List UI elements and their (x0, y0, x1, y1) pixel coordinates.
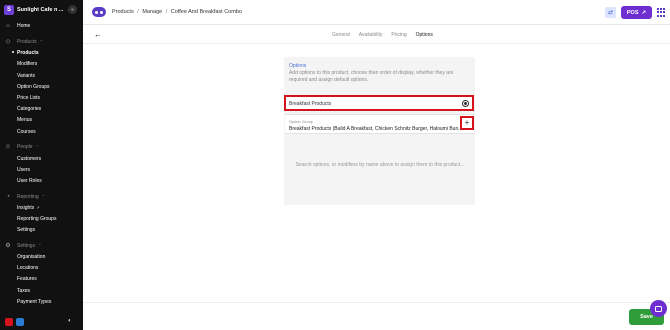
pos-label: POS (626, 9, 639, 16)
sidebar-item-insights[interactable]: Insights ↗ (17, 203, 40, 212)
sidebar-item-variants[interactable]: Variants (17, 71, 35, 80)
alert-icon[interactable] (5, 318, 13, 326)
external-link-icon: ↗ (36, 205, 40, 210)
sidebar-item-products[interactable]: Products (12, 48, 39, 57)
sidebar-item-label: Taxes (17, 287, 31, 294)
external-link-icon: ↗ (641, 9, 647, 16)
sidebar-section-settings[interactable]: ⚙ Settings ⌃ (4, 241, 41, 250)
sidebar-item-label: Modifiers (17, 60, 38, 67)
reporting-icon: ◔ (6, 193, 10, 200)
sidebar-section-reporting[interactable]: ◔ Reporting ⌃ (4, 192, 45, 201)
sidebar-section-label: Reporting (17, 193, 39, 200)
breadcrumb-separator: / (165, 9, 168, 15)
sidebar-item-label: Courses (17, 128, 36, 135)
tab-general[interactable]: General (332, 32, 350, 38)
sidebar-item-reporting-settings[interactable]: Settings (17, 225, 35, 234)
breadcrumb-manage[interactable]: Manage (142, 9, 162, 15)
sidebar-item-label: Users (17, 166, 31, 173)
toggle-icon[interactable]: ◐ (68, 318, 76, 326)
sidebar-item-taxes[interactable]: Taxes (17, 286, 30, 295)
divider (83, 43, 670, 44)
sidebar-item-menus[interactable]: Menus (17, 115, 32, 124)
sidebar-item-label: Customers (17, 155, 42, 162)
sidebar: S Sunlight Cafe n ... ⌄ « ⌂ Home ◇ Produ… (0, 0, 83, 330)
sidebar-item-label: Settings (17, 226, 36, 233)
store-switcher[interactable]: S Sunlight Cafe n ... ⌄ (4, 4, 71, 16)
sidebar-item-courses[interactable]: Courses (17, 127, 36, 136)
sidebar-item-label: Payment Types (17, 298, 52, 305)
sidebar-section-label: Products (17, 38, 37, 45)
sidebar-item-option-groups[interactable]: Option Groups (17, 82, 50, 91)
people-icon: ☺ (4, 143, 12, 150)
home-icon: ⌂ (6, 22, 10, 29)
sidebar-item-label: Variants (17, 72, 35, 79)
app-logo[interactable] (92, 7, 106, 17)
pos-button[interactable]: POS ↗ (621, 6, 652, 19)
sidebar-item-label: Menus (17, 116, 33, 123)
sidebar-section-label: Settings (17, 242, 36, 249)
search-value: Breakfast Products (289, 101, 332, 107)
chat-support-icon[interactable] (650, 300, 667, 317)
chevron-up-icon: ⌃ (35, 144, 39, 149)
sidebar-item-label: Features (17, 275, 37, 282)
breadcrumb-separator: / (137, 9, 139, 15)
breadcrumb-current: Coffee And Breakfast Combo (170, 9, 242, 15)
sidebar-item-features[interactable]: Features (17, 274, 37, 283)
store-name: Sunlight Cafe n ... (17, 7, 64, 13)
tab-options[interactable]: Options (416, 32, 433, 38)
back-arrow-icon[interactable]: ← (94, 30, 102, 39)
options-search-input[interactable]: Breakfast Products (284, 95, 474, 111)
sidebar-item-label: Products (17, 49, 39, 56)
chevron-up-icon: ⌃ (39, 39, 44, 44)
sidebar-item-modifiers[interactable]: Modifiers (17, 59, 37, 68)
shortcut-icon[interactable]: ⇄ (605, 7, 616, 18)
option-group-result[interactable]: Option Group Breakfast Products (Build A… (285, 114, 474, 134)
sidebar-item-label: Categories (17, 105, 42, 112)
options-title: Options (289, 63, 307, 69)
sidebar-item-payment-types[interactable]: Payment Types (17, 297, 51, 306)
top-header: Products / Manage / Coffee And Breakfast… (83, 0, 670, 25)
clear-search-icon[interactable] (462, 99, 469, 107)
sidebar-footer-icons (5, 318, 24, 326)
sidebar-item-label: User Roles (17, 177, 42, 184)
chevron-up-icon: ⌃ (38, 243, 42, 248)
breadcrumb: Products / Manage / Coffee And Breakfast… (112, 9, 242, 15)
sidebar-item-home[interactable]: ⌂ Home (4, 21, 30, 30)
sidebar-section-products[interactable]: ◇ Products ⌃ (4, 37, 43, 46)
option-group-label: Option Group (289, 119, 314, 124)
tab-pricing[interactable]: Pricing (391, 32, 406, 38)
sidebar-section-people[interactable]: ☺ People ⌃ (4, 142, 39, 151)
options-description: Add options to this product, choose thei… (289, 70, 454, 83)
sidebar-item-label: Home (17, 22, 31, 29)
tab-bar: General Availability Pricing Options (332, 32, 442, 38)
store-badge: S (4, 5, 14, 15)
sidebar-item-label: Locations (17, 264, 39, 271)
gear-icon: ⚙ (5, 243, 11, 249)
sidebar-item-user-roles[interactable]: User Roles (17, 176, 42, 185)
apps-grid-icon[interactable] (657, 8, 666, 17)
sidebar-item-label: Option Groups (17, 83, 50, 90)
sidebar-item-label: Price Lists (17, 94, 41, 101)
empty-state-message: Search options, or modifiers by name abo… (295, 162, 465, 168)
sidebar-section-label: People (17, 143, 33, 150)
sidebar-item-label: Insights (17, 204, 35, 211)
sidebar-item-label: Reporting Groups (17, 215, 57, 222)
collapse-sidebar-button[interactable]: « (68, 5, 77, 14)
tag-icon: ◇ (5, 39, 11, 45)
help-icon[interactable] (16, 318, 24, 326)
sidebar-item-users[interactable]: Users (17, 165, 30, 174)
chevron-up-icon: ⌃ (41, 194, 46, 199)
footer-divider (83, 302, 670, 303)
sidebar-item-categories[interactable]: Categories (17, 104, 41, 113)
option-group-value: Breakfast Products (Build A Breakfast, C… (289, 126, 459, 132)
sidebar-item-customers[interactable]: Customers (17, 154, 41, 163)
sidebar-item-locations[interactable]: Locations (17, 263, 38, 272)
sidebar-item-organisation[interactable]: Organisation (17, 252, 45, 261)
breadcrumb-products[interactable]: Products (112, 9, 134, 15)
add-option-group-button[interactable]: + (460, 116, 474, 130)
sidebar-item-price-lists[interactable]: Price Lists (17, 93, 40, 102)
sidebar-item-reporting-groups[interactable]: Reporting Groups (17, 214, 56, 223)
tab-availability[interactable]: Availability (359, 32, 383, 38)
sidebar-item-label: Organisation (17, 253, 46, 260)
